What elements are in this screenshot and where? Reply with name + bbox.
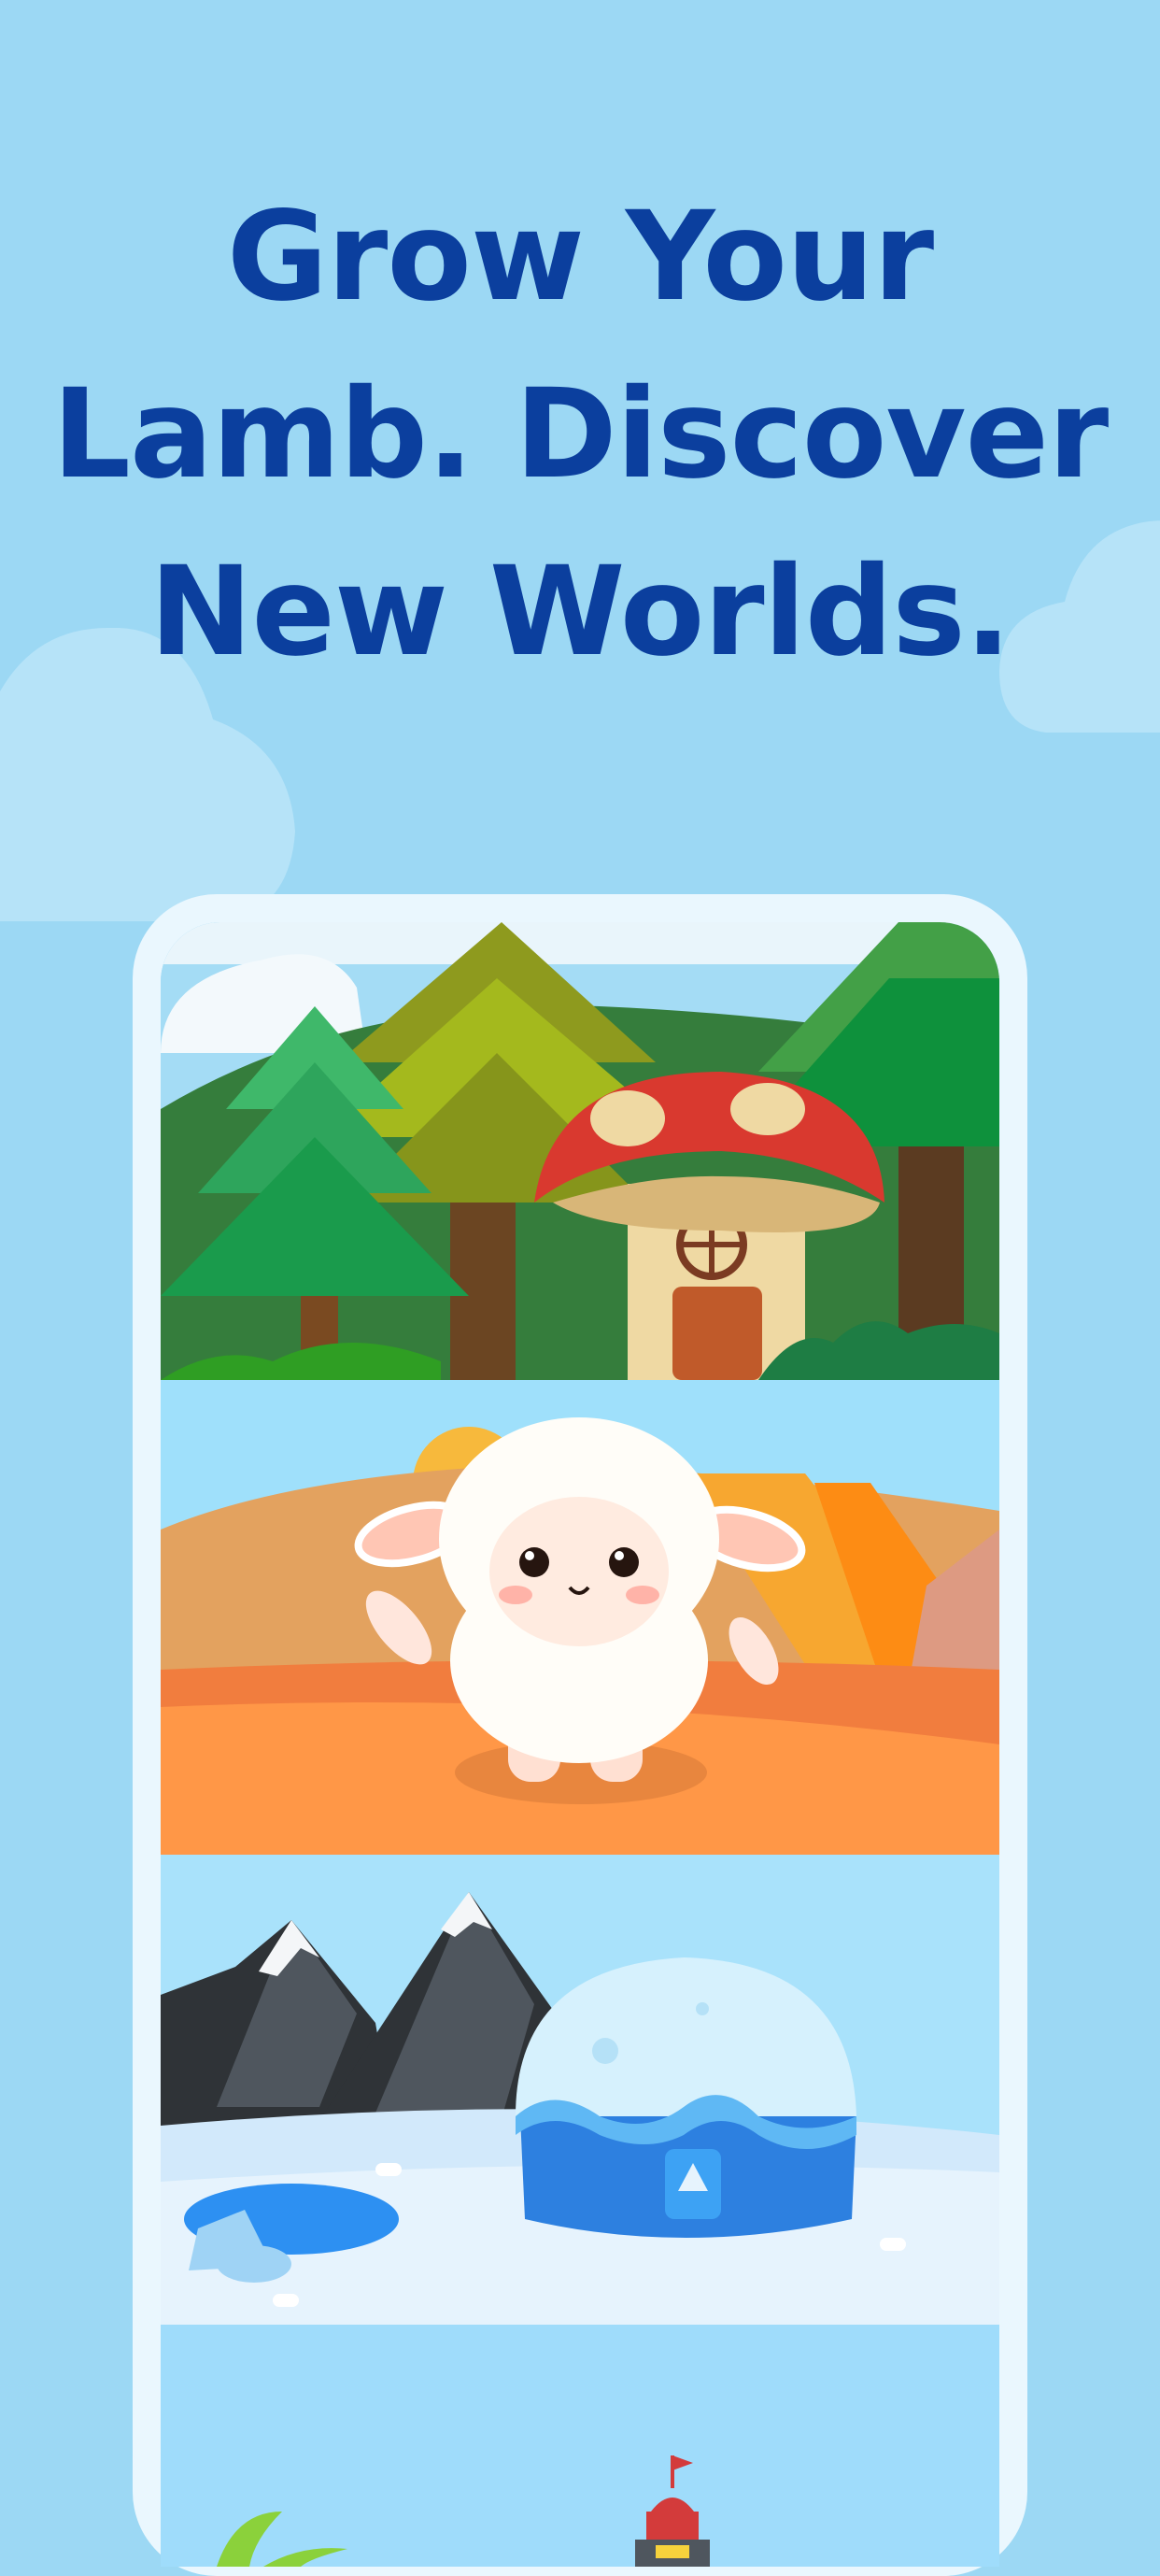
world-beach[interactable]	[161, 2325, 999, 2567]
headline-line-1: Grow Your	[226, 185, 934, 329]
phone-screen	[161, 922, 999, 2567]
world-desert[interactable]	[161, 1380, 999, 1855]
headline-line-3: New Worlds.	[149, 540, 1011, 684]
world-forest[interactable]	[161, 922, 999, 1380]
igloo-icon	[516, 1957, 856, 2238]
world-snow[interactable]	[161, 1855, 999, 2325]
headline-line-2: Lamb. Discover	[51, 363, 1109, 506]
headline: Grow Your Lamb. Discover New Worlds.	[0, 168, 1160, 701]
